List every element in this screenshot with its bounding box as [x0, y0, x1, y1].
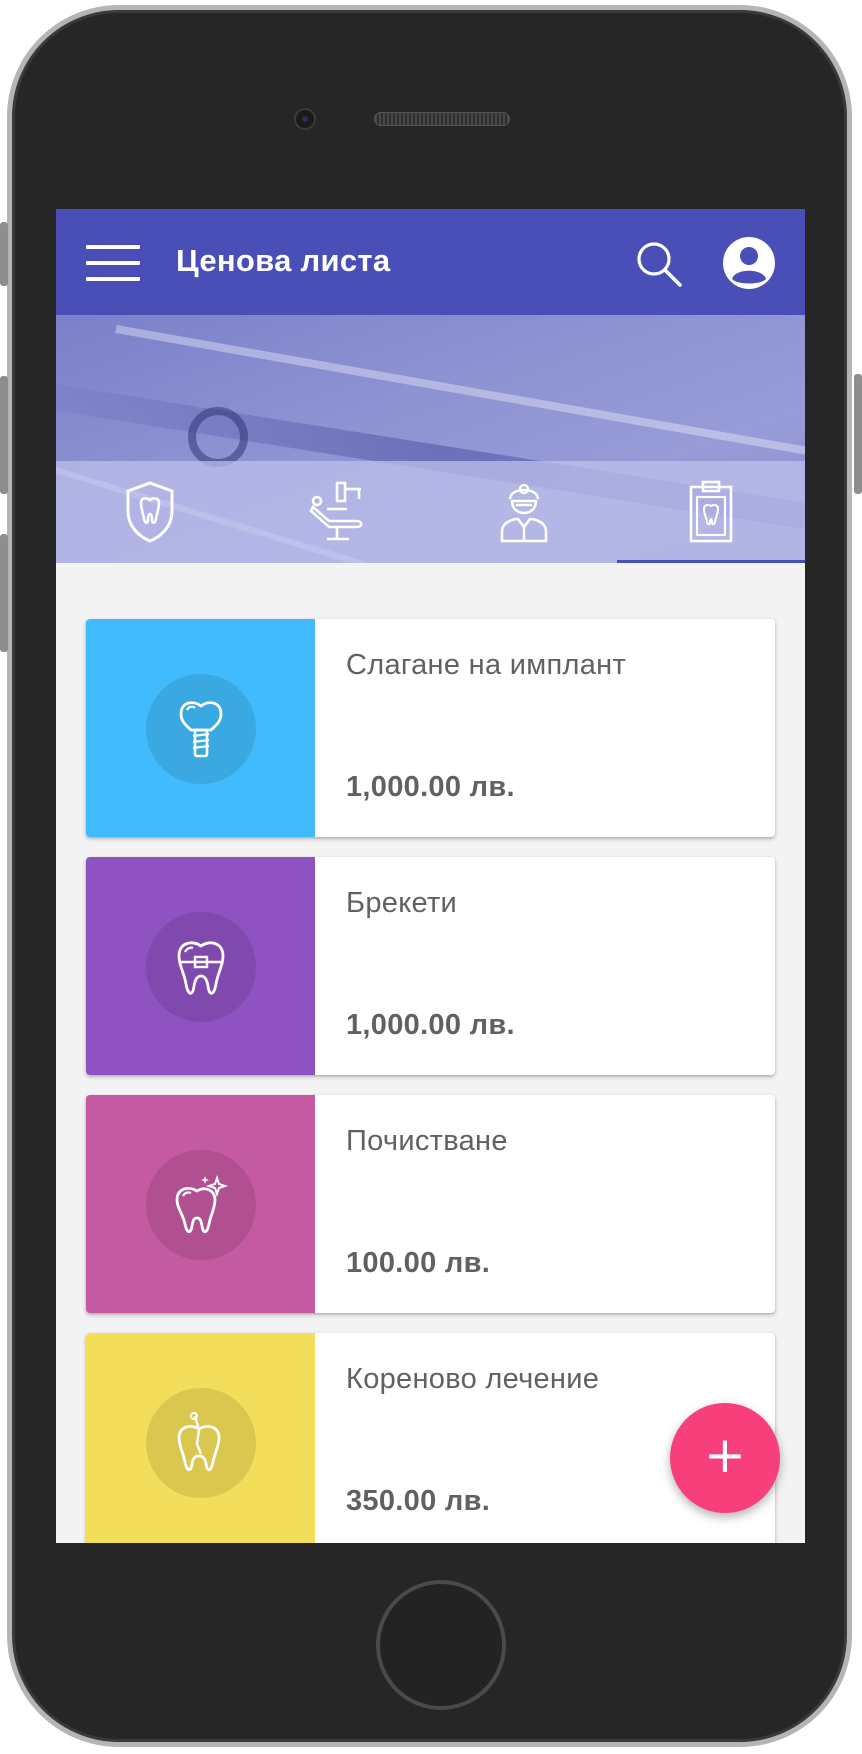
tooth-braces-icon [177, 941, 225, 995]
root-canal-tooth-icon [177, 1412, 221, 1472]
service-color-panel [86, 619, 315, 837]
home-button[interactable] [376, 1580, 506, 1710]
app-screen: Ценова листа Слагане на имплант 1,000.00… [56, 209, 805, 1543]
service-card[interactable]: Кореново лечение 350.00 лв. [86, 1333, 775, 1543]
service-card[interactable]: Почистване 100.00 лв. [86, 1095, 775, 1313]
add-service-button[interactable]: + [670, 1403, 780, 1513]
front-camera [294, 108, 316, 130]
service-name: Кореново лечение [346, 1363, 600, 1395]
service-price: 1,000.00 лв. [346, 1009, 515, 1041]
tooth-shield-icon [126, 481, 174, 543]
dental-chair-icon [309, 481, 363, 541]
service-price: 1,000.00 лв. [346, 771, 515, 803]
sparkling-tooth-icon [175, 1174, 229, 1234]
account-circle-icon[interactable] [722, 236, 776, 290]
menu-icon[interactable] [86, 245, 140, 281]
service-color-panel [86, 857, 315, 1075]
dental-clipboard-icon [689, 480, 733, 543]
earpiece-speaker [374, 112, 510, 126]
tab-dentist[interactable] [430, 461, 617, 563]
tooth-implant-icon [179, 701, 223, 758]
tab-tooth-shield[interactable] [56, 461, 243, 563]
tab-dental-chair[interactable] [243, 461, 430, 563]
service-color-panel [86, 1095, 315, 1313]
service-name: Брекети [346, 887, 458, 919]
service-name: Слагане на имплант [346, 649, 627, 681]
app-bar: Ценова листа [56, 209, 805, 315]
power-button [854, 374, 862, 494]
page-title: Ценова листа [176, 243, 391, 278]
service-name: Почистване [346, 1125, 508, 1157]
search-icon[interactable] [634, 239, 684, 289]
service-color-panel [86, 1333, 315, 1543]
category-tabs [56, 461, 805, 563]
active-tab-indicator [617, 560, 805, 563]
service-price: 350.00 лв. [346, 1485, 491, 1517]
volume-up-button [0, 376, 8, 494]
volume-down-button [0, 534, 8, 652]
service-card[interactable]: Слагане на имплант 1,000.00 лв. [86, 619, 775, 837]
dentist-icon [500, 483, 548, 543]
mute-switch [0, 222, 8, 286]
service-price: 100.00 лв. [346, 1247, 491, 1279]
header-banner [56, 315, 805, 563]
service-card[interactable]: Брекети 1,000.00 лв. [86, 857, 775, 1075]
tab-dental-clipboard[interactable] [617, 461, 804, 563]
